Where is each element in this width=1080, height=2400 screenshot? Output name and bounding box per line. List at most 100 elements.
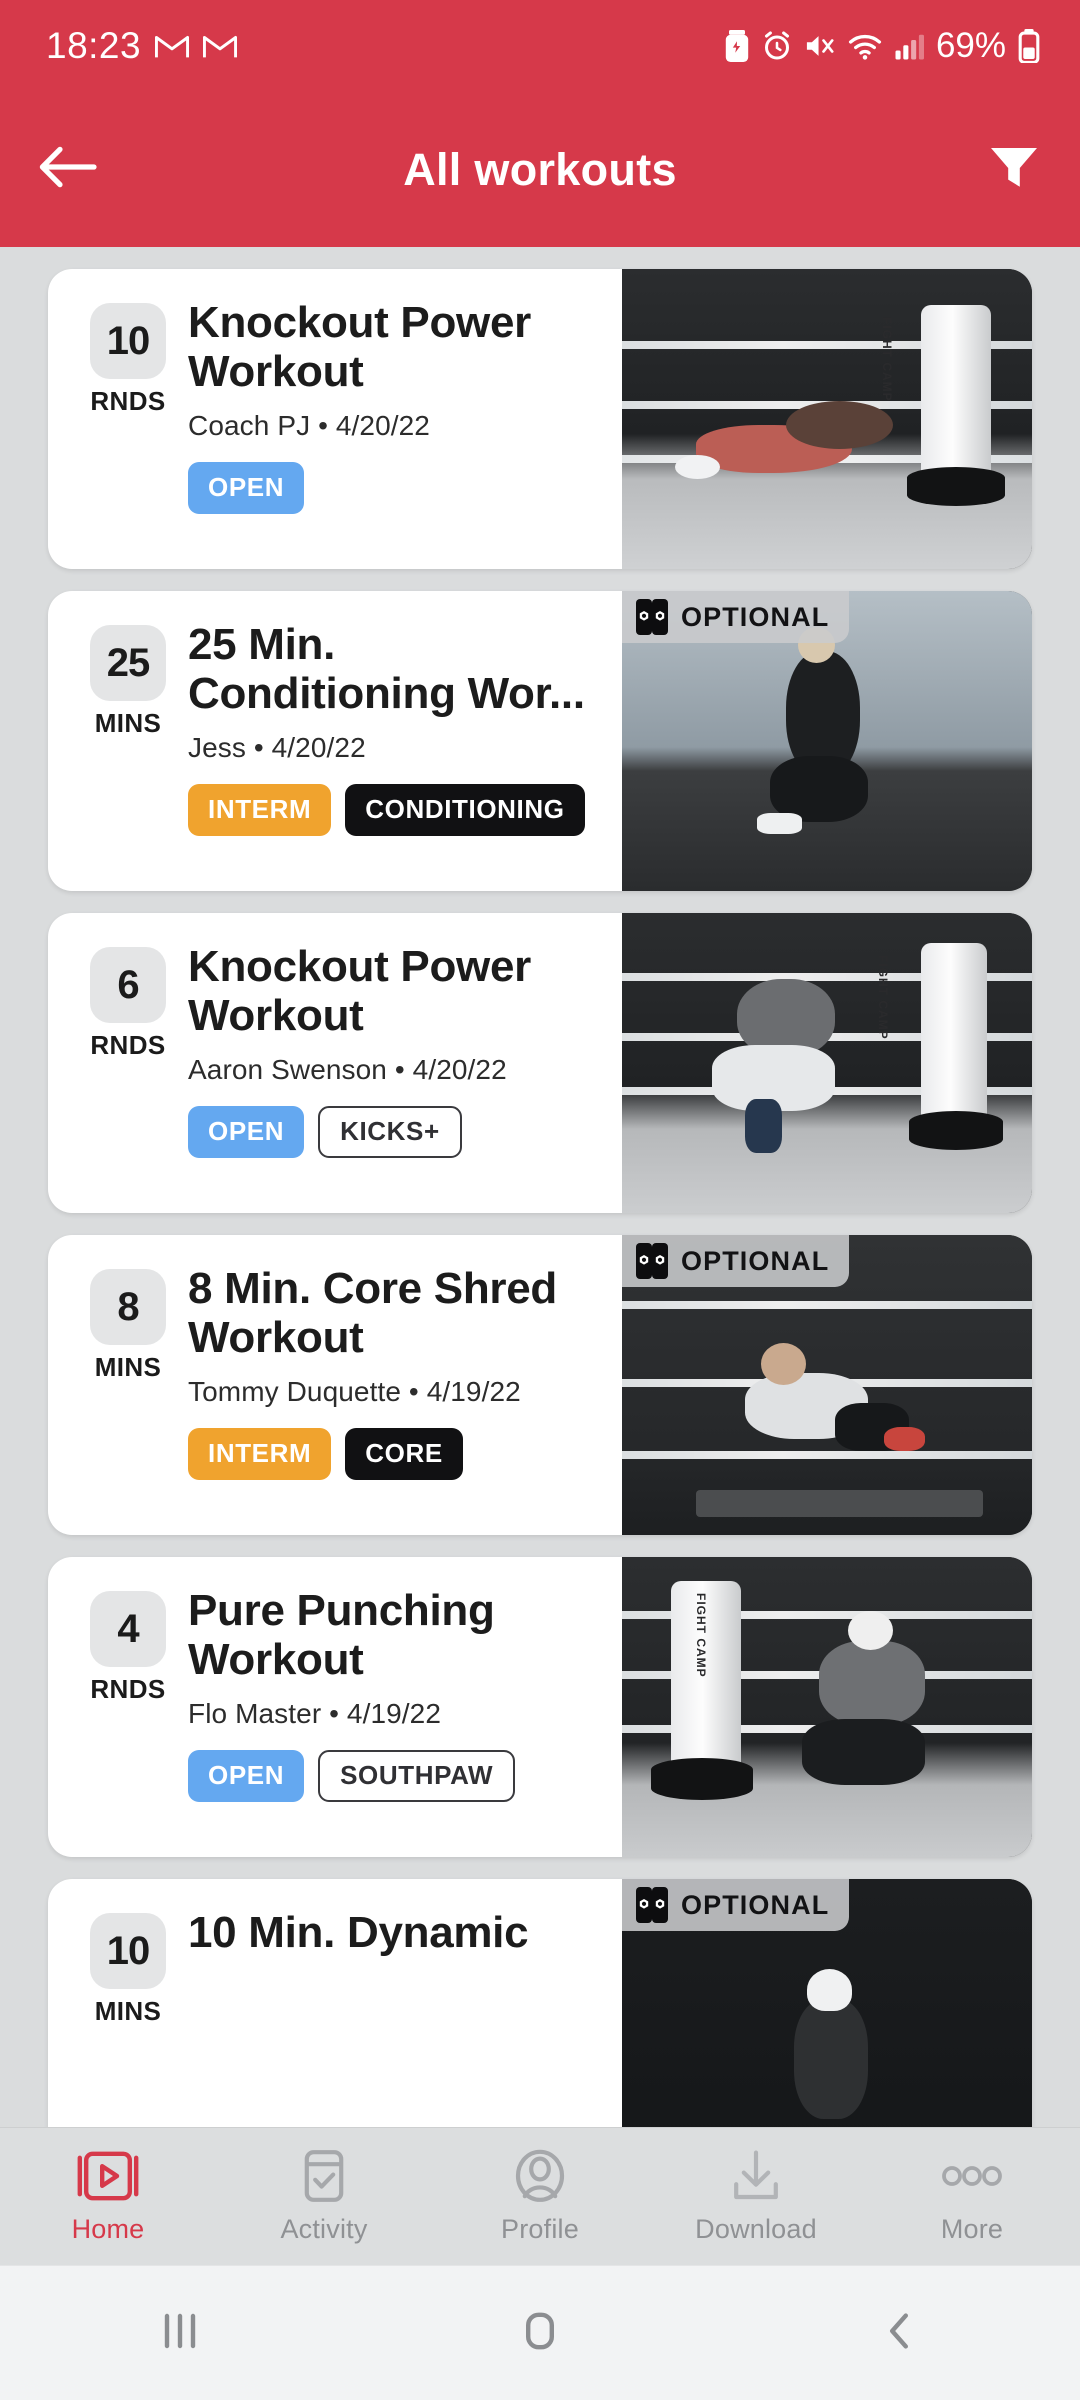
badge-difficulty[interactable]: INTERM [188,783,332,836]
workout-unit-label: RNDS [90,386,166,416]
nav-label-download: Download [695,2213,817,2244]
workout-title: Pure Punching Workout [188,1586,495,1684]
workout-title: Knockout Power Workout [188,942,531,1040]
nav-item-activity[interactable]: Activity [216,2149,432,2245]
battery-percent-label: 69% [935,26,1006,65]
filter-button[interactable] [986,139,1042,200]
battery-icon [1018,29,1040,63]
person-icon [512,2149,568,2208]
badge-open[interactable]: OPEN [188,1749,305,1802]
cellular-signal-icon [894,31,924,61]
workout-unit-label: RNDS [90,1030,166,1060]
workout-thumbnail[interactable]: OPTIONAL [622,1235,1032,1535]
back-chevron-icon [877,2308,923,2359]
workout-meta: 10 Min. Dynamic [188,1908,604,2127]
workout-badges: OPEN KICKS+ [188,1105,604,1158]
workout-card-info: 25 MINS 25 Min. Conditioning Wor... Jess… [48,591,622,891]
workout-count-chip: 4 [90,1591,166,1667]
punch-tracker-glove-icon [634,1241,670,1281]
status-bar-left: 18:23 [46,25,238,67]
workout-byline: Flo Master • 4/19/22 [188,1697,442,1729]
workout-badges: OPEN SOUTHPAW [188,1749,604,1802]
workout-badges: INTERM CONDITIONING [188,783,604,836]
gmail-icon [155,33,190,59]
badge-category[interactable]: CORE [345,1427,463,1480]
status-bar: 18:23 69% [0,0,1080,92]
home-square-icon [517,2308,563,2359]
optional-badge: OPTIONAL [622,1235,850,1287]
badge-open[interactable]: OPEN [188,1105,305,1158]
nav-label-more: More [940,2213,1004,2244]
workout-unit-label: MINS [94,1996,162,2026]
workout-unit-label: MINS [94,708,162,738]
sys-back-button[interactable] [720,2308,1080,2359]
sys-home-button[interactable] [360,2308,720,2359]
nav-item-home[interactable]: Home [0,2149,216,2245]
workout-card[interactable]: 8 MINS 8 Min. Core Shred Workout Tommy D… [48,1235,1032,1535]
workout-byline: Tommy Duquette • 4/19/22 [188,1375,521,1407]
workout-thumbnail[interactable]: OPTIONAL [622,1879,1032,2127]
badge-open[interactable]: OPEN [188,461,305,514]
nav-item-more[interactable]: More [864,2149,1080,2245]
workout-unit-label: RNDS [90,1674,166,1704]
app-bar: All workouts [0,92,1080,247]
workout-thumbnail[interactable]: FIGHT CAMP [622,913,1032,1213]
workout-card[interactable]: 10 MINS 10 Min. Dynamic OPTIONAL [48,1879,1032,2127]
workout-badges: INTERM CORE [188,1427,604,1480]
workout-card-info: 6 RNDS Knockout Power Workout Aaron Swen… [48,913,622,1213]
sys-recents-button[interactable] [0,2308,360,2359]
badge-difficulty[interactable]: INTERM [188,1427,332,1480]
download-arrow-icon [727,2149,785,2208]
workout-count-chip: 10 [90,1913,166,1989]
punch-tracker-glove-icon [634,597,670,637]
nav-item-download[interactable]: Download [648,2149,864,2245]
nav-label-home: Home [71,2213,145,2244]
badge-category[interactable]: CONDITIONING [345,783,585,836]
workout-card[interactable]: 6 RNDS Knockout Power Workout Aaron Swen… [48,913,1032,1213]
workout-card-info: 4 RNDS Pure Punching Workout Flo Master … [48,1557,622,1857]
workout-meta: Pure Punching Workout Flo Master • 4/19/… [188,1586,604,1831]
workout-thumbnail[interactable]: FIGHT CAMP [622,1557,1032,1857]
optional-badge: OPTIONAL [622,1879,850,1931]
workout-count-column: 4 RNDS [86,1587,170,1831]
more-dots-icon [940,2149,1004,2208]
workout-title: 8 Min. Core Shred Workout [188,1264,557,1362]
battery-saver-icon [724,30,750,62]
workout-count-chip: 25 [90,625,166,701]
workout-count-column: 10 MINS [86,1909,170,2127]
optional-badge-label: OPTIONAL [681,1889,830,1920]
workout-thumbnail[interactable]: FIGHT CAMP [622,269,1032,569]
workout-card[interactable]: 10 RNDS Knockout Power Workout Coach PJ … [48,269,1032,569]
badge-modifier[interactable]: KICKS+ [318,1105,462,1158]
play-video-icon [77,2149,139,2208]
workout-meta: Knockout Power Workout Coach PJ • 4/20/2… [188,298,604,543]
workout-byline: Coach PJ • 4/20/22 [188,409,430,441]
optional-badge: OPTIONAL [622,591,850,643]
workout-byline: Aaron Swenson • 4/20/22 [188,1053,507,1085]
workout-badges: OPEN [188,461,604,514]
workout-list[interactable]: 10 RNDS Knockout Power Workout Coach PJ … [0,247,1080,2127]
nav-label-profile: Profile [501,2213,579,2244]
workout-thumbnail[interactable]: OPTIONAL [622,591,1032,891]
back-button[interactable] [38,143,98,196]
workout-meta: 25 Min. Conditioning Wor... Jess • 4/20/… [188,620,604,865]
workout-title: 25 Min. Conditioning Wor... [188,620,585,718]
nav-item-profile[interactable]: Profile [432,2149,648,2245]
workout-count-column: 25 MINS [86,621,170,865]
status-bar-right: 69% [724,26,1040,66]
workout-unit-label: MINS [94,1352,162,1382]
workout-card[interactable]: 4 RNDS Pure Punching Workout Flo Master … [48,1557,1032,1857]
workout-meta: 8 Min. Core Shred Workout Tommy Duquette… [188,1264,604,1509]
punch-tracker-glove-icon [634,1885,670,1925]
bottom-navigation: Home Activity Profile Download More [0,2127,1080,2265]
workout-count-column: 8 MINS [86,1265,170,1509]
wifi-icon [848,31,882,61]
workout-count-chip: 6 [90,947,166,1023]
android-system-nav [0,2265,1080,2400]
recents-bars-icon [157,2308,203,2359]
workout-title: Knockout Power Workout [188,298,531,396]
workout-card[interactable]: 25 MINS 25 Min. Conditioning Wor... Jess… [48,591,1032,891]
badge-modifier[interactable]: SOUTHPAW [318,1749,516,1802]
alarm-icon [762,31,792,61]
workout-count-column: 10 RNDS [86,299,170,543]
